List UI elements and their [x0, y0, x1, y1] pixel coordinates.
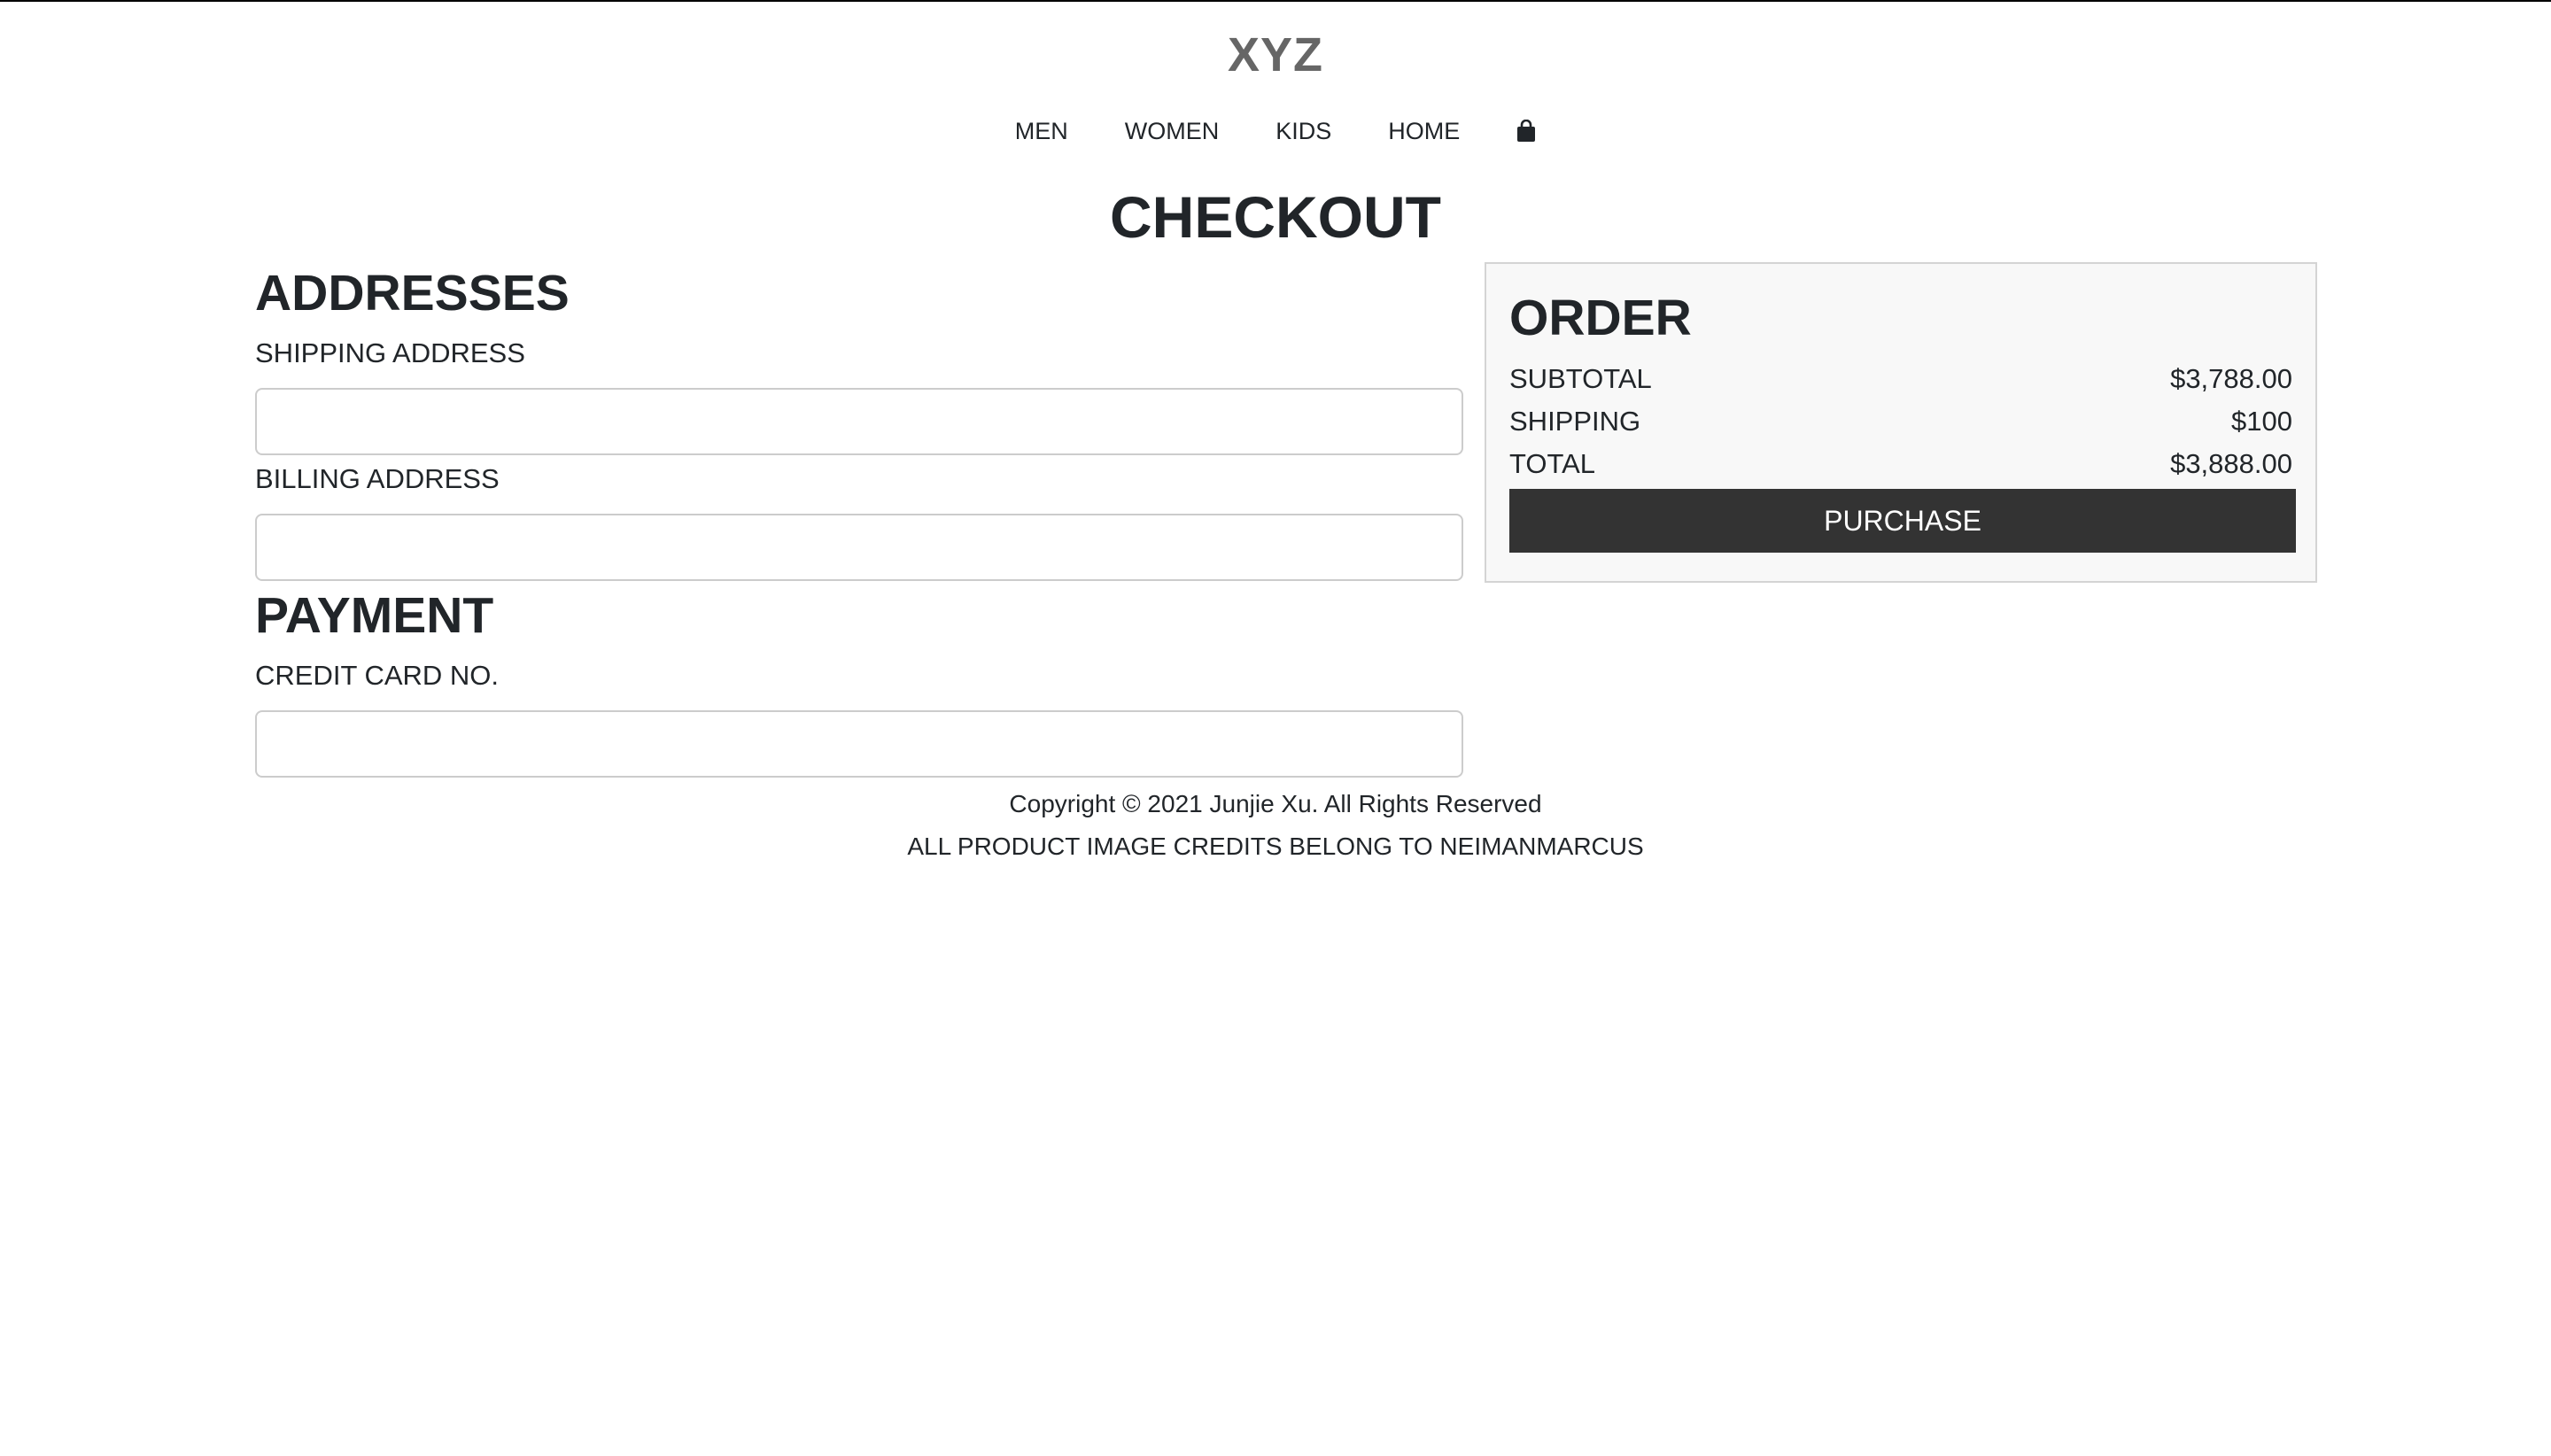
total-value: $3,888.00 — [2170, 448, 2292, 479]
shipping-value: $100 — [2231, 406, 2292, 437]
site-logo[interactable]: XYZ — [0, 25, 2551, 85]
order-row-shipping: SHIPPING $100 — [1509, 400, 2292, 443]
nav-item-women[interactable]: WOMEN — [1097, 113, 1247, 149]
shipping-label: SHIPPING — [1509, 406, 1641, 437]
total-label: TOTAL — [1509, 448, 1596, 479]
credit-card-input[interactable] — [255, 710, 1463, 778]
purchase-button[interactable]: PURCHASE — [1509, 489, 2296, 553]
nav-item-home[interactable]: HOME — [1360, 113, 1488, 149]
nav-item-men[interactable]: MEN — [987, 113, 1097, 149]
shopping-bag-icon — [1517, 120, 1536, 142]
order-summary: ORDER SUBTOTAL $3,788.00 SHIPPING $100 T… — [1485, 262, 2317, 583]
credit-card-label: CREDIT CARD NO. — [255, 660, 500, 691]
payment-heading: PAYMENT — [255, 587, 494, 644]
subtotal-value: $3,788.00 — [2170, 363, 2292, 394]
subtotal-label: SUBTOTAL — [1509, 363, 1652, 394]
image-credits-text: ALL PRODUCT IMAGE CREDITS BELONG TO NEIM… — [907, 833, 1644, 860]
cart-link[interactable] — [1488, 120, 1564, 143]
footer: Copyright © 2021 Junjie Xu. All Rights R… — [0, 783, 2551, 868]
nav-item-kids[interactable]: KIDS — [1247, 113, 1360, 149]
top-border — [0, 0, 2551, 2]
copyright-text: Copyright © 2021 Junjie Xu. All Rights R… — [1009, 790, 1542, 817]
billing-address-label: BILLING ADDRESS — [255, 463, 500, 494]
main-nav: MEN WOMEN KIDS HOME — [0, 113, 2551, 149]
order-row-subtotal: SUBTOTAL $3,788.00 — [1509, 358, 2292, 400]
order-row-total: TOTAL $3,888.00 — [1509, 443, 2292, 485]
checkout-form: ADDRESSES SHIPPING ADDRESS BILLING ADDRE… — [255, 262, 1463, 778]
order-heading: ORDER — [1509, 290, 1692, 346]
shipping-address-input[interactable] — [255, 388, 1463, 455]
billing-address-input[interactable] — [255, 514, 1463, 581]
shipping-address-label: SHIPPING ADDRESS — [255, 337, 525, 368]
addresses-heading: ADDRESSES — [255, 265, 570, 321]
page-title: CHECKOUT — [1110, 184, 1441, 250]
